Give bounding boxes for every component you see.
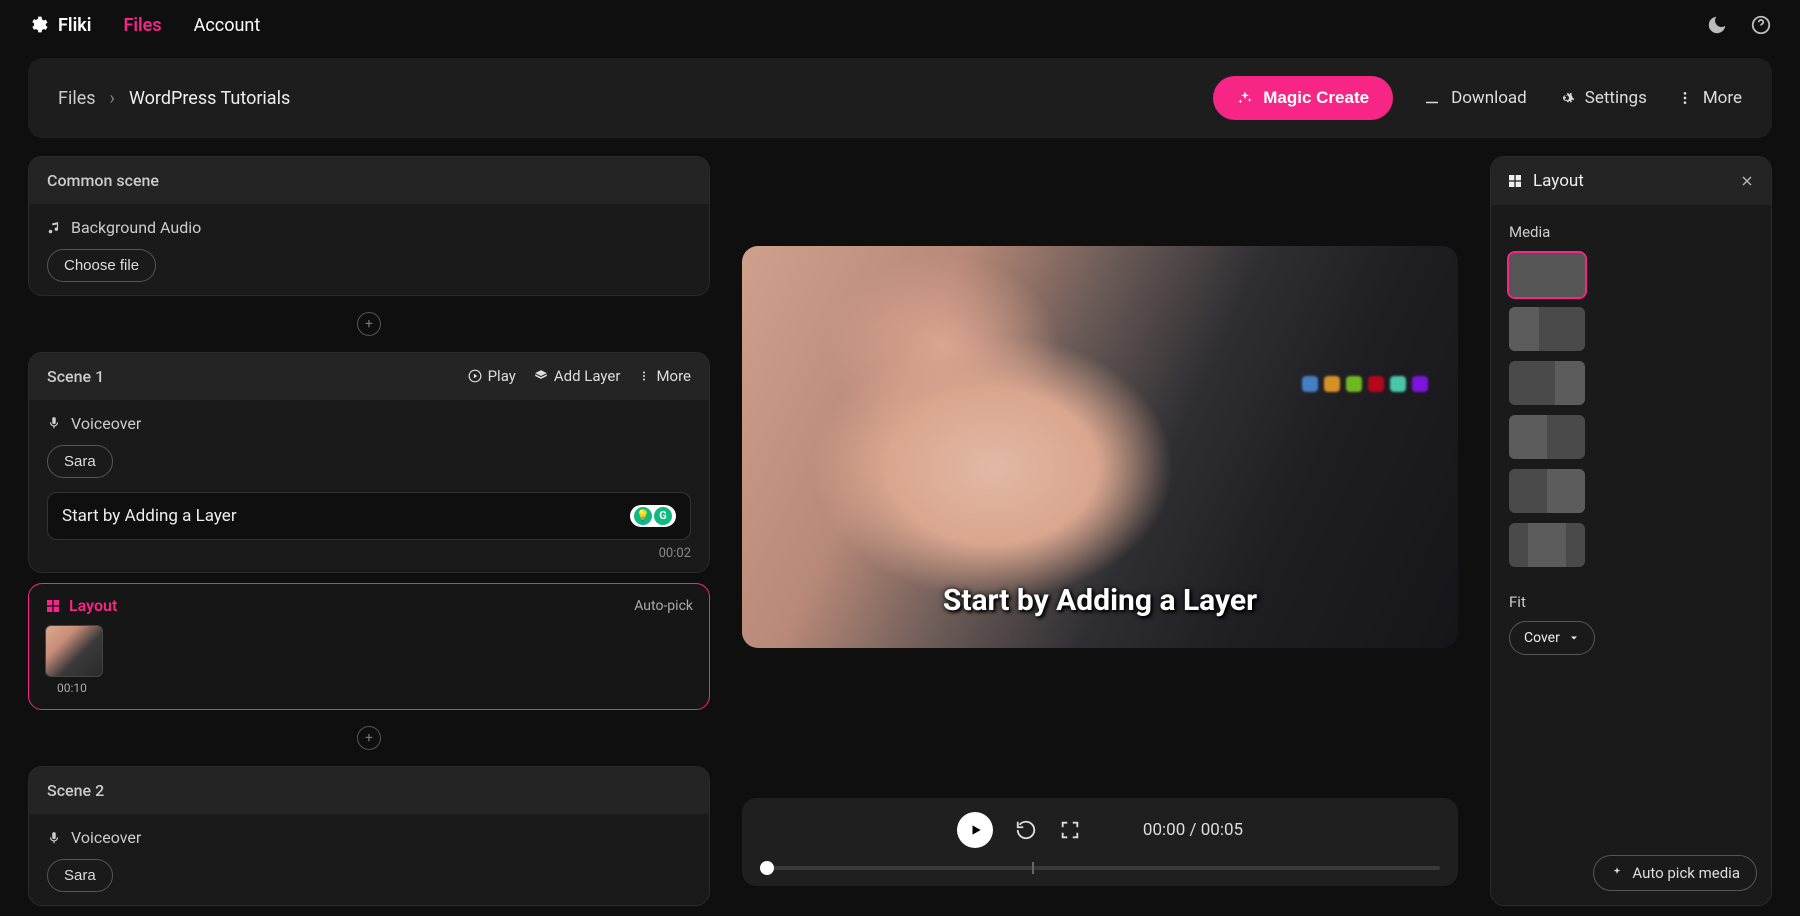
- breadcrumb-current: WordPress Tutorials: [129, 88, 290, 109]
- voice-select[interactable]: Sara: [47, 445, 113, 478]
- scene-layout-section[interactable]: Layout Auto-pick 00:10: [28, 583, 710, 710]
- media-layout-option-2[interactable]: [1509, 307, 1585, 351]
- scene-1-title: Scene 1: [47, 367, 104, 386]
- voiceover-label: Voiceover: [47, 828, 691, 847]
- more-vertical-icon: [638, 370, 650, 382]
- sparkle-icon: [1610, 866, 1624, 880]
- fit-label: Fit: [1509, 593, 1753, 611]
- media-layout-option-1[interactable]: [1509, 253, 1585, 297]
- layout-icon: [45, 598, 61, 614]
- video-preview[interactable]: Start by Adding a Layer: [742, 246, 1458, 648]
- more-button[interactable]: More: [1677, 88, 1742, 108]
- voiceover-label: Voiceover: [47, 414, 691, 433]
- brand-name: Fliki: [58, 15, 91, 36]
- choose-file-button[interactable]: Choose file: [47, 249, 156, 282]
- scene-play-button[interactable]: Play: [468, 367, 516, 385]
- replay-icon[interactable]: [1015, 819, 1037, 841]
- grammar-badge[interactable]: 💡 G: [630, 505, 676, 527]
- add-scene-button[interactable]: +: [357, 726, 381, 750]
- background-audio-label: Background Audio: [47, 218, 691, 237]
- seek-bar[interactable]: [760, 862, 1440, 872]
- close-icon[interactable]: [1739, 173, 1755, 189]
- app-logo[interactable]: Fliki: [28, 15, 91, 36]
- script-duration: 00:02: [47, 546, 691, 561]
- auto-pick-media-button[interactable]: Auto pick media: [1593, 855, 1757, 891]
- breadcrumb-root[interactable]: Files: [58, 88, 96, 109]
- common-scene-title: Common scene: [47, 171, 159, 190]
- gear-icon: [28, 15, 48, 35]
- play-button[interactable]: [957, 812, 993, 848]
- scene-2-card: Scene 2 Voiceover Sara: [28, 766, 710, 906]
- chevron-down-icon: [1568, 632, 1580, 644]
- media-layout-option-5[interactable]: [1509, 469, 1585, 513]
- layout-panel: Layout Media Fit Cover: [1490, 156, 1772, 906]
- sparkle-icon: [1237, 90, 1253, 106]
- gear-icon: [1557, 89, 1575, 107]
- player-bar: 00:00 / 00:05: [742, 798, 1458, 886]
- mic-icon: [47, 416, 61, 430]
- mic-icon: [47, 831, 61, 845]
- breadcrumb: Files › WordPress Tutorials: [58, 88, 290, 109]
- common-scene-card: Common scene Background Audio Choose fil…: [28, 156, 710, 296]
- nav-files[interactable]: Files: [123, 15, 161, 36]
- add-scene-button[interactable]: +: [357, 312, 381, 336]
- fit-select[interactable]: Cover: [1509, 621, 1595, 655]
- add-layer-button[interactable]: Add Layer: [534, 367, 621, 385]
- clip-thumbnail[interactable]: [45, 625, 103, 677]
- scene-more-button[interactable]: More: [638, 367, 691, 385]
- layers-icon: [534, 369, 548, 383]
- download-button[interactable]: Download: [1423, 88, 1527, 108]
- scene-2-title: Scene 2: [47, 781, 104, 800]
- media-layout-option-6[interactable]: [1509, 523, 1585, 567]
- check-icon: G: [654, 507, 672, 525]
- nav-account[interactable]: Account: [194, 15, 261, 36]
- player-time: 00:00 / 00:05: [1143, 820, 1243, 840]
- more-vertical-icon: [1677, 90, 1693, 106]
- toolbar: Files › WordPress Tutorials Magic Create…: [28, 58, 1772, 138]
- bulb-icon: 💡: [634, 507, 652, 525]
- auto-pick-label: Auto-pick: [634, 598, 693, 614]
- moon-icon[interactable]: [1706, 14, 1728, 36]
- settings-button[interactable]: Settings: [1557, 88, 1647, 108]
- voice-select[interactable]: Sara: [47, 859, 113, 892]
- media-layout-option-3[interactable]: [1509, 361, 1585, 405]
- clip-duration: 00:10: [57, 681, 693, 695]
- play-icon: [969, 823, 983, 837]
- preview-caption: Start by Adding a Layer: [742, 583, 1458, 618]
- help-icon[interactable]: [1750, 14, 1772, 36]
- play-circle-icon: [468, 369, 482, 383]
- fullscreen-icon[interactable]: [1059, 819, 1081, 841]
- media-layout-option-4[interactable]: [1509, 415, 1585, 459]
- music-note-icon: [47, 221, 61, 235]
- chevron-right-icon: ›: [110, 88, 115, 109]
- layout-label: Layout: [69, 596, 117, 615]
- dock-blur: [1302, 376, 1428, 392]
- download-icon: [1423, 89, 1441, 107]
- script-input[interactable]: Start by Adding a Layer 💡 G: [47, 492, 691, 540]
- media-label: Media: [1509, 223, 1753, 241]
- panel-title: Layout: [1533, 171, 1584, 191]
- layout-icon: [1507, 173, 1523, 189]
- scene-1-card: Scene 1 Play Add Layer More: [28, 352, 710, 574]
- magic-create-button[interactable]: Magic Create: [1213, 76, 1393, 120]
